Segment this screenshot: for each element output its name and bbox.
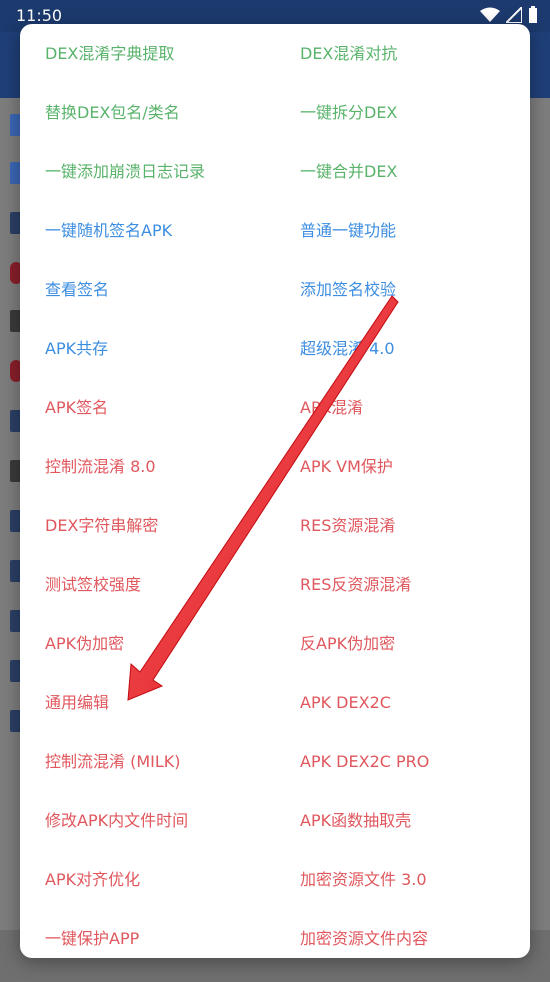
menu-item[interactable]: 替换DEX包名/类名 xyxy=(45,93,180,133)
menu-item[interactable]: APK签名 xyxy=(45,388,108,428)
wifi-icon xyxy=(480,7,500,23)
menu-item[interactable]: 控制流混淆 (MILK) xyxy=(45,742,181,782)
menu-item[interactable]: DEX混淆字典提取 xyxy=(45,34,174,74)
status-time: 11:50 xyxy=(16,6,63,25)
menu-item[interactable]: 加密资源文件内容 xyxy=(300,919,428,958)
function-menu-dialog: DEX混淆字典提取 DEX混淆对抗替换DEX包名/类名 一键拆分DEX 一键添加崩溃日… xyxy=(20,24,530,958)
menu-item[interactable]: 一键合并DEX xyxy=(300,152,397,192)
menu-item[interactable]: RES资源混淆 xyxy=(300,506,395,546)
menu-item[interactable]: APK共存 xyxy=(45,329,108,369)
status-icons xyxy=(480,6,538,24)
signal-icon xyxy=(506,7,522,23)
battery-icon xyxy=(528,6,538,24)
menu-item[interactable]: 一键保护APP xyxy=(45,919,139,958)
menu-item[interactable]: 加密资源文件 3.0 xyxy=(300,860,427,900)
menu-item[interactable]: DEX混淆对抗 xyxy=(300,34,397,74)
menu-item[interactable]: 测试签校强度 xyxy=(45,565,141,605)
menu-item[interactable]: APK VM保护 xyxy=(300,447,393,487)
menu-item[interactable]: 控制流混淆 8.0 xyxy=(45,447,156,487)
menu-item[interactable]: APK DEX2C PRO xyxy=(300,742,429,782)
menu-item[interactable]: APK函数抽取壳 xyxy=(300,801,411,841)
menu-item[interactable]: 一键添加崩溃日志记录 xyxy=(45,152,205,192)
menu-item[interactable]: DEX字符串解密 xyxy=(45,506,158,546)
menu-item[interactable]: APK伪加密 xyxy=(45,624,124,664)
menu-item[interactable]: 超级混淆 4.0 xyxy=(300,329,395,369)
menu-item[interactable]: 添加签名校验 xyxy=(300,270,396,310)
menu-item[interactable]: 查看签名 xyxy=(45,270,109,310)
menu-item[interactable]: 一键随机签名APK xyxy=(45,211,172,251)
menu-item[interactable]: 一键拆分DEX xyxy=(300,93,397,133)
menu-item[interactable]: 反APK伪加密 xyxy=(300,624,395,664)
menu-item[interactable]: 通用编辑 xyxy=(45,683,109,723)
menu-item[interactable]: 普通一键功能 xyxy=(300,211,396,251)
menu-item[interactable]: APK对齐优化 xyxy=(45,860,140,900)
menu-item[interactable]: APK DEX2C xyxy=(300,683,391,723)
menu-item[interactable]: 修改APK内文件时间 xyxy=(45,801,188,841)
menu-item[interactable]: APK混淆 xyxy=(300,388,363,428)
menu-item[interactable]: RES反资源混淆 xyxy=(300,565,411,605)
